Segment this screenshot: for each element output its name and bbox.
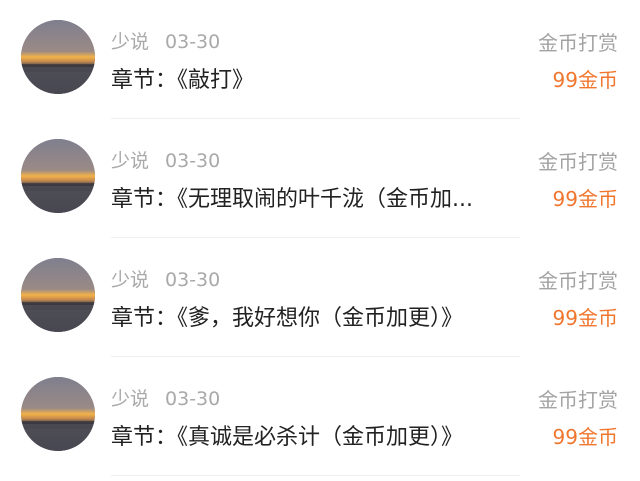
chapter-title: 《敲打》 <box>177 68 255 93</box>
author-name[interactable]: 少说 <box>111 31 149 53</box>
user-avatar[interactable] <box>21 377 95 451</box>
sunset-avatar-image <box>21 139 95 213</box>
sunset-avatar-image <box>21 258 95 332</box>
reward-amount: 99金币 <box>552 425 618 449</box>
post-date: 03-30 <box>165 150 221 172</box>
comment-meta: 少说 03-30 <box>111 146 220 173</box>
chapter-line[interactable]: 章节：《无理取闹的叶千泷（金币加... <box>111 181 521 213</box>
chapter-title: 《真诚是必杀计（金币加更）》 <box>177 425 464 450</box>
chapter-prefix: 章节： <box>111 306 178 331</box>
comment-meta: 少说 03-30 <box>111 27 220 54</box>
author-name[interactable]: 少说 <box>111 150 149 172</box>
chapter-prefix: 章节： <box>111 68 178 93</box>
reward-row[interactable]: 少说 03-30 章节：《真诚是必杀计（金币加更）》 金币打赏 99金币 <box>0 357 640 476</box>
reward-list: 少说 03-30 章节：《敲打》 金币打赏 99金币 少说 03-30 章节：《… <box>0 0 640 481</box>
chapter-line[interactable]: 章节：《爹，我好想你（金币加更）》 <box>111 300 521 332</box>
reward-amount: 99金币 <box>552 306 618 330</box>
reward-amount: 99金币 <box>552 187 618 211</box>
reward-row[interactable]: 少说 03-30 章节：《敲打》 金币打赏 99金币 <box>0 0 640 119</box>
reward-label: 金币打赏 <box>538 31 618 55</box>
reward-label: 金币打赏 <box>538 388 618 412</box>
user-avatar[interactable] <box>21 139 95 213</box>
sunset-avatar-image <box>21 20 95 94</box>
chapter-title: 《无理取闹的叶千泷（金币加... <box>177 187 473 212</box>
reward-row[interactable]: 少说 03-30 章节：《无理取闹的叶千泷（金币加... 金币打赏 99金币 <box>0 119 640 238</box>
user-avatar[interactable] <box>21 258 95 332</box>
author-name[interactable]: 少说 <box>111 269 149 291</box>
chapter-prefix: 章节： <box>111 187 178 212</box>
post-date: 03-30 <box>165 31 221 53</box>
author-name[interactable]: 少说 <box>111 388 149 410</box>
post-date: 03-30 <box>165 269 221 291</box>
post-date: 03-30 <box>165 388 221 410</box>
comment-meta: 少说 03-30 <box>111 384 220 411</box>
chapter-title: 《爹，我好想你（金币加更）》 <box>177 306 464 331</box>
reward-label: 金币打赏 <box>538 269 618 293</box>
row-divider <box>111 475 520 476</box>
user-avatar[interactable] <box>21 20 95 94</box>
comment-meta: 少说 03-30 <box>111 265 220 292</box>
sunset-avatar-image <box>21 377 95 451</box>
chapter-line[interactable]: 章节：《真诚是必杀计（金币加更）》 <box>111 419 521 451</box>
chapter-prefix: 章节： <box>111 425 178 450</box>
chapter-line[interactable]: 章节：《敲打》 <box>111 62 521 94</box>
reward-amount: 99金币 <box>552 68 618 92</box>
reward-row[interactable]: 少说 03-30 章节：《爹，我好想你（金币加更）》 金币打赏 99金币 <box>0 238 640 357</box>
reward-label: 金币打赏 <box>538 150 618 174</box>
